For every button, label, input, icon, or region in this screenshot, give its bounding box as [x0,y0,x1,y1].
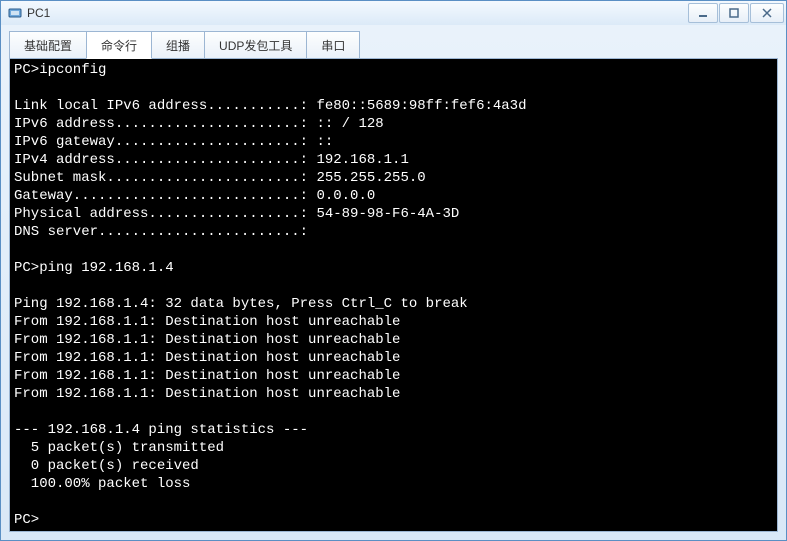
app-window: PC1 基础配置 命令行 组播 UDP发包工具 串口 PC>ipconfig L… [0,0,787,541]
tab-label: 串口 [321,37,345,54]
tab-label: 组播 [166,37,190,54]
tab-basic-config[interactable]: 基础配置 [9,31,87,59]
terminal-line: From 192.168.1.1: Destination host unrea… [14,332,400,348]
tab-multicast[interactable]: 组播 [151,31,205,59]
titlebar[interactable]: PC1 [1,1,786,25]
tab-label: 基础配置 [24,37,72,54]
terminal-line: IPv4 address......................: 192.… [14,152,409,168]
minimize-button[interactable] [688,3,718,23]
tab-serial[interactable]: 串口 [306,31,360,59]
maximize-button[interactable] [719,3,749,23]
app-icon [7,5,23,21]
terminal-line: From 192.168.1.1: Destination host unrea… [14,386,400,402]
terminal-line: Ping 192.168.1.4: 32 data bytes, Press C… [14,296,468,312]
terminal-line: Physical address..................: 54-8… [14,206,459,222]
terminal-line: From 192.168.1.1: Destination host unrea… [14,368,400,384]
window-controls [688,3,784,23]
terminal-line: IPv6 gateway......................: :: [14,134,333,150]
terminal-line: --- 192.168.1.4 ping statistics --- [14,422,308,438]
terminal-line: From 192.168.1.1: Destination host unrea… [14,350,400,366]
terminal-panel: PC>ipconfig Link local IPv6 address.....… [9,58,778,532]
terminal-output[interactable]: PC>ipconfig Link local IPv6 address.....… [10,59,777,531]
terminal-line: From 192.168.1.1: Destination host unrea… [14,314,400,330]
terminal-line: 100.00% packet loss [14,476,190,492]
terminal-line: Subnet mask.......................: 255.… [14,170,426,186]
terminal-line: PC> [14,512,39,528]
tab-bar: 基础配置 命令行 组播 UDP发包工具 串口 [9,31,778,59]
client-area: 基础配置 命令行 组播 UDP发包工具 串口 PC>ipconfig Link … [1,25,786,540]
minimize-icon [698,8,708,18]
window-title: PC1 [27,6,688,20]
terminal-line: IPv6 address......................: :: /… [14,116,384,132]
terminal-line: 0 packet(s) received [14,458,199,474]
terminal-line: Link local IPv6 address...........: fe80… [14,98,526,114]
terminal-line: PC>ping 192.168.1.4 [14,260,174,276]
terminal-line: DNS server........................: [14,224,308,240]
tab-label: 命令行 [101,37,137,54]
terminal-line: PC>ipconfig [14,62,106,78]
terminal-line: 5 packet(s) transmitted [14,440,224,456]
tab-label: UDP发包工具 [219,37,292,54]
tab-udp-tool[interactable]: UDP发包工具 [204,31,307,59]
close-icon [762,8,772,18]
close-button[interactable] [750,3,784,23]
terminal-line: Gateway...........................: 0.0.… [14,188,375,204]
tab-command-line[interactable]: 命令行 [86,31,152,59]
maximize-icon [729,8,739,18]
